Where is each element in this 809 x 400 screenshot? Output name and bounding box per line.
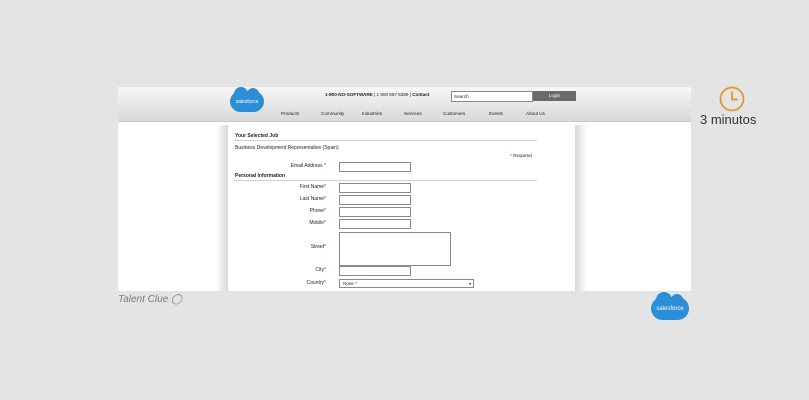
- mobile-field[interactable]: [339, 219, 411, 229]
- divider: [234, 140, 537, 141]
- last-name-required-star: *: [324, 196, 326, 202]
- salesforce-logo[interactable]: salesforce: [230, 87, 264, 112]
- duration-label: 3 minutos: [700, 112, 757, 127]
- salesforce-bottom-logo: salesforce: [651, 292, 689, 320]
- required-note: * Required: [510, 153, 532, 158]
- street-required-star: *: [324, 244, 326, 250]
- first-name-label: First Name*: [226, 184, 326, 190]
- country-select[interactable]: None * ▾: [339, 279, 474, 288]
- email-required-star: *: [324, 163, 326, 169]
- selected-job-heading: Your Selected Job: [235, 133, 279, 139]
- lightbulb-icon: ◯: [171, 294, 183, 305]
- country-value: None: [343, 281, 354, 286]
- city-required-star: *: [324, 267, 326, 273]
- phone-secondary: 1 800 667 6389: [376, 92, 409, 97]
- phone-label-text: Phone: [309, 208, 325, 214]
- nav-services[interactable]: Services: [404, 111, 422, 116]
- phone-required-star: *: [324, 208, 326, 214]
- last-name-label-text: Last Name: [299, 196, 325, 202]
- divider: [234, 180, 537, 181]
- mobile-label-text: Mobile: [309, 220, 325, 226]
- mobile-required-star: *: [324, 220, 326, 226]
- country-select-star: *: [355, 281, 358, 286]
- email-field[interactable]: [339, 162, 411, 172]
- phone-label: Phone*: [226, 208, 326, 214]
- nav-events[interactable]: Events: [489, 111, 503, 116]
- first-name-required-star: *: [324, 184, 326, 190]
- nav-customers[interactable]: Customers: [443, 111, 465, 116]
- page-shadow-right: [575, 125, 587, 291]
- country-label: Country*: [226, 280, 326, 286]
- last-name-field[interactable]: [339, 195, 411, 205]
- job-name: Business Development Representative (Spa…: [235, 145, 339, 151]
- first-name-field[interactable]: [339, 183, 411, 193]
- phone-field[interactable]: [339, 207, 411, 217]
- phone-primary: 1-800-NO-SOFTWARE: [325, 92, 373, 97]
- nav-industries[interactable]: Industries: [362, 111, 382, 116]
- required-star: *: [510, 153, 512, 158]
- screenshot-frame: salesforce 1-800-NO-SOFTWARE | 1 800 667…: [118, 87, 691, 291]
- salesforce-bottom-text: salesforce: [656, 305, 684, 312]
- talent-clue-text: Talent Clue: [118, 294, 169, 305]
- salesforce-logo-text: salesforce: [235, 98, 259, 105]
- street-label-text: Street: [310, 244, 325, 250]
- city-label: City*: [226, 267, 326, 273]
- email-label-text: Email Address: [290, 163, 323, 169]
- mobile-label: Mobile*: [226, 220, 326, 226]
- nav-products[interactable]: Products: [281, 111, 299, 116]
- login-button[interactable]: Login: [533, 91, 576, 101]
- nav-about-us[interactable]: About Us: [526, 111, 545, 116]
- phone-bar: 1-800-NO-SOFTWARE | 1 800 667 6389 | Con…: [325, 92, 429, 97]
- search-input[interactable]: Search: [451, 91, 533, 102]
- first-name-label-text: First Name: [299, 184, 325, 190]
- email-label: Email Address *: [226, 163, 326, 169]
- clock-icon: [719, 86, 745, 112]
- nav-community[interactable]: Community: [321, 111, 344, 116]
- personal-info-heading: Personal Information: [235, 173, 286, 179]
- required-label: Required: [513, 153, 532, 158]
- country-required-star: *: [324, 280, 326, 286]
- city-field[interactable]: [339, 266, 411, 276]
- application-form: Your Selected Job Business Development R…: [228, 125, 575, 291]
- contact-link[interactable]: Contact: [412, 92, 429, 97]
- street-field[interactable]: [339, 232, 451, 266]
- chevron-down-icon: ▾: [468, 281, 471, 286]
- last-name-label: Last Name*: [226, 196, 326, 202]
- street-label: Street*: [226, 244, 326, 250]
- country-label-text: Country: [306, 280, 325, 286]
- talent-clue-logo: Talent Clue ◯: [118, 294, 182, 305]
- city-label-text: City: [315, 267, 325, 273]
- site-header: salesforce 1-800-NO-SOFTWARE | 1 800 667…: [118, 87, 691, 122]
